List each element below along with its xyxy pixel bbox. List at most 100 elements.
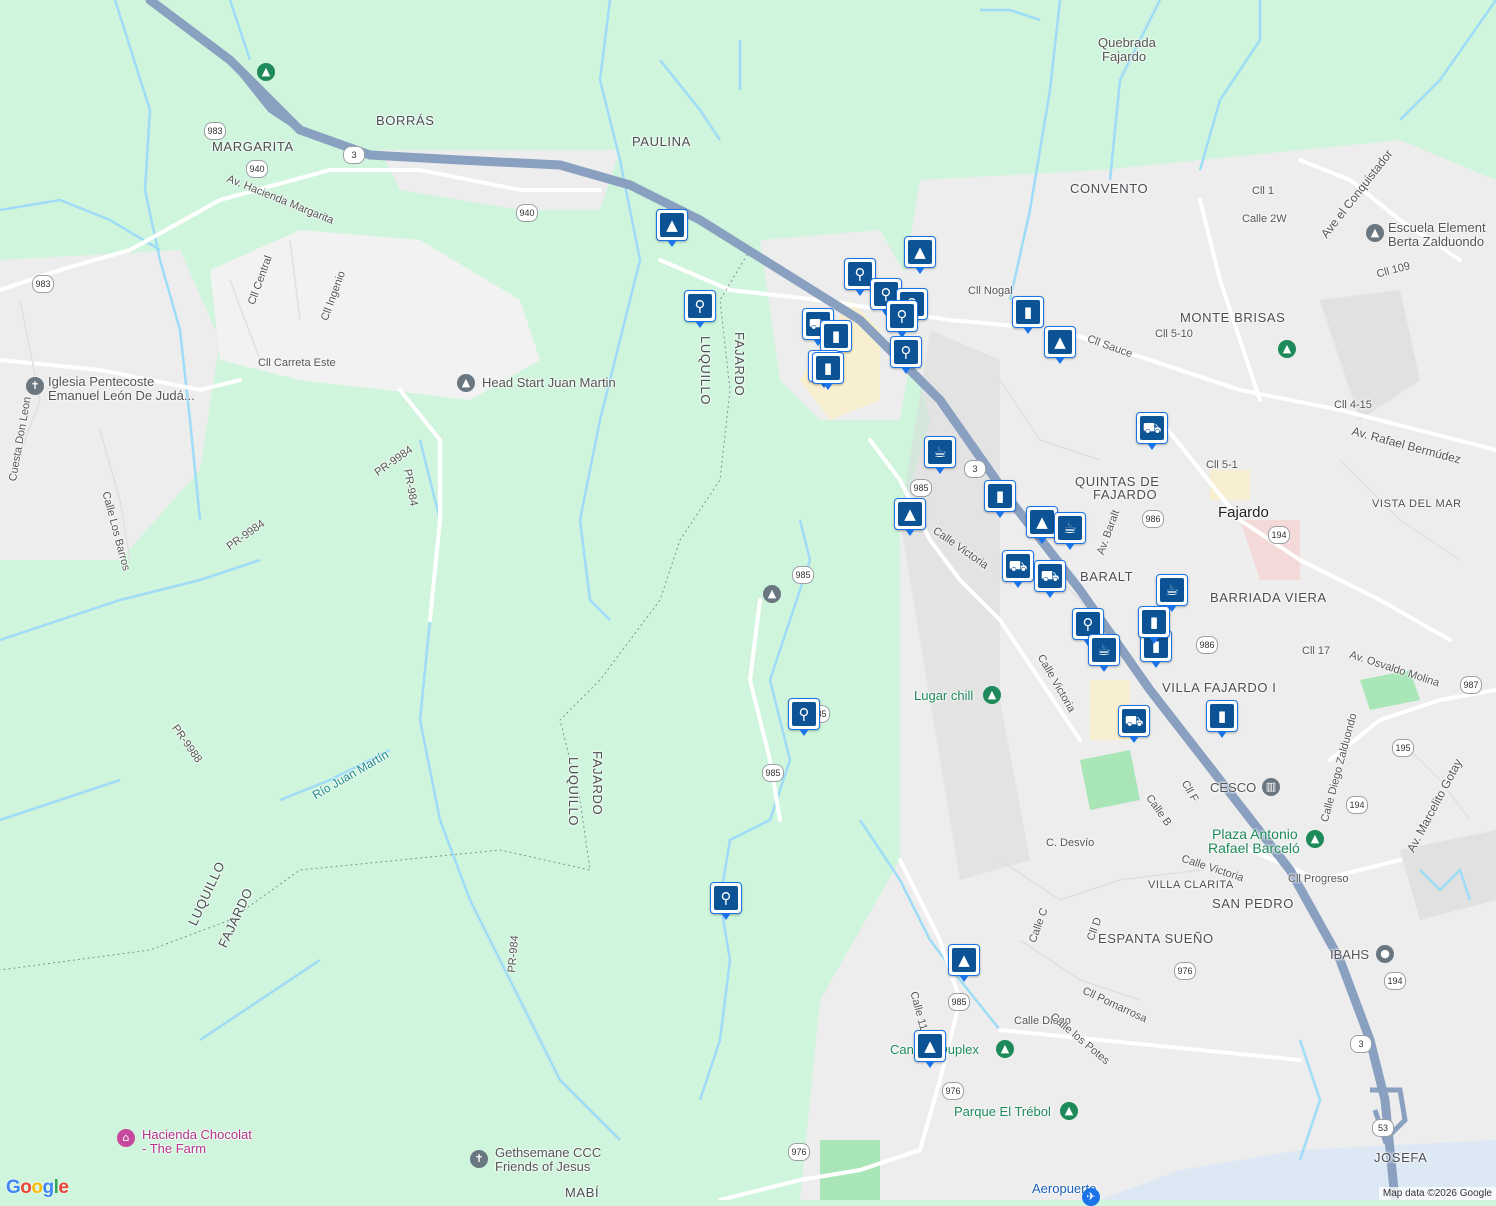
cafe-marker[interactable]: ☕ bbox=[1088, 634, 1120, 672]
shopping-marker[interactable]: ▮ bbox=[1012, 296, 1044, 334]
fork-knife-icon: ⚲ bbox=[890, 304, 914, 328]
boundary-label: LUQUILLO bbox=[698, 336, 713, 406]
area-label: MONTE BRISAS bbox=[1180, 310, 1286, 325]
route-shield: 983 bbox=[32, 275, 54, 293]
route-shield: 987 bbox=[1460, 676, 1482, 694]
route-shield: 194 bbox=[1268, 526, 1290, 544]
grocery-marker[interactable]: ⛟ bbox=[1034, 560, 1066, 598]
area-label: PAULINA bbox=[632, 134, 691, 149]
grocery-marker[interactable]: ⛟ bbox=[1118, 705, 1150, 743]
area-label: BARRIADA VIERA bbox=[1210, 590, 1327, 605]
route-shield: 976 bbox=[788, 1143, 810, 1161]
school-icon[interactable]: ▲ bbox=[763, 585, 781, 603]
street-label: Cll Nogal bbox=[968, 285, 1013, 297]
street-label: Cll 5-1 bbox=[1206, 459, 1238, 471]
route-shield: 194 bbox=[1384, 972, 1406, 990]
bag-icon: ▮ bbox=[1142, 610, 1166, 634]
restaurant-marker[interactable]: ⚲ bbox=[710, 882, 742, 920]
cart-icon: ⛟ bbox=[1006, 554, 1030, 578]
map-canvas[interactable]: BORRÁS MARGARITA PAULINA CONVENTO MONTE … bbox=[0, 0, 1496, 1206]
bag-icon: ▮ bbox=[1016, 300, 1040, 324]
school-marker[interactable]: ▲ bbox=[914, 1030, 946, 1068]
park-icon: ▲ bbox=[996, 1040, 1014, 1058]
route-shield: 3 bbox=[343, 146, 365, 164]
shopping-marker[interactable]: ▮ bbox=[984, 480, 1016, 518]
park-icon: ▲ bbox=[1060, 1102, 1078, 1120]
route-shield: 940 bbox=[246, 160, 268, 178]
boundary-label: FAJARDO bbox=[590, 751, 605, 816]
grocery-marker[interactable]: ⛟ bbox=[1136, 412, 1168, 450]
graduation-cap-icon: ▲ bbox=[908, 240, 932, 264]
shopping-marker[interactable]: ▮ bbox=[1206, 700, 1238, 738]
route-shield: 986 bbox=[1196, 636, 1218, 654]
bag-icon: ▮ bbox=[816, 356, 840, 380]
fork-knife-icon: ⚲ bbox=[894, 340, 918, 364]
park-icon: ▲ bbox=[983, 686, 1001, 704]
google-logo: Google bbox=[6, 1177, 69, 1198]
area-label: ESPANTA SUEÑO bbox=[1098, 931, 1214, 946]
coffee-icon: ☕ bbox=[928, 440, 952, 464]
area-label: VISTA DEL MAR bbox=[1372, 498, 1462, 510]
route-shield: 976 bbox=[942, 1082, 964, 1100]
grocery-marker[interactable]: ⛟ bbox=[1002, 550, 1034, 588]
cart-icon: ⛟ bbox=[1140, 416, 1164, 440]
street-label: Cll Carreta Este bbox=[258, 357, 336, 369]
shopping-marker[interactable]: ▮ bbox=[812, 352, 844, 390]
boundary-label: FAJARDO bbox=[732, 332, 747, 397]
coffee-icon: ☕ bbox=[1160, 578, 1184, 602]
street-label: C. Desvío bbox=[1046, 837, 1095, 849]
route-shield: 985 bbox=[948, 993, 970, 1011]
street-label: Cll 5-10 bbox=[1155, 328, 1193, 340]
school-marker[interactable]: ▲ bbox=[904, 236, 936, 274]
cafe-marker[interactable]: ☕ bbox=[1054, 512, 1086, 550]
street-label: Cll 1 bbox=[1252, 185, 1275, 197]
airport-icon: ✈ bbox=[1082, 1188, 1100, 1206]
bag-icon: ▮ bbox=[1210, 704, 1234, 728]
cart-icon: ⛟ bbox=[1038, 564, 1062, 588]
fork-knife-icon: ⚲ bbox=[848, 262, 872, 286]
restaurant-marker[interactable]: ⚲ bbox=[684, 290, 716, 328]
cafe-marker[interactable]: ☕ bbox=[924, 436, 956, 474]
restaurant-marker[interactable]: ⚲ bbox=[890, 336, 922, 374]
restaurant-marker[interactable]: ⚲ bbox=[886, 300, 918, 338]
fork-knife-icon: ⚲ bbox=[792, 702, 816, 726]
school-marker[interactable]: ▲ bbox=[1044, 326, 1076, 364]
route-shield: 985 bbox=[762, 764, 784, 782]
street-label: Cll 17 bbox=[1302, 645, 1331, 657]
route-shield: 194 bbox=[1346, 796, 1368, 814]
school-icon: ▲ bbox=[457, 374, 475, 392]
area-label: BORRÁS bbox=[376, 113, 435, 128]
route-shield: 983 bbox=[204, 122, 226, 140]
route-shield: 985 bbox=[910, 479, 932, 497]
route-shield: 986 bbox=[1142, 510, 1164, 528]
area-label: MARGARITA bbox=[212, 139, 294, 154]
coffee-icon: ☕ bbox=[1092, 638, 1116, 662]
area-label: BARALT bbox=[1080, 569, 1134, 584]
graduation-cap-icon: ▲ bbox=[660, 213, 684, 237]
area-label: MABÍ bbox=[565, 1185, 600, 1200]
boundary-label: LUQUILLO bbox=[566, 757, 581, 827]
fork-knife-icon: ⚲ bbox=[714, 886, 738, 910]
cafe-marker[interactable]: ☕ bbox=[1156, 574, 1188, 612]
school-marker[interactable]: ▲ bbox=[948, 944, 980, 982]
route-shield: 3 bbox=[964, 460, 986, 478]
fork-knife-icon: ⚲ bbox=[688, 294, 712, 318]
shopping-marker[interactable]: ▮ bbox=[1138, 606, 1170, 644]
route-shield: 985 bbox=[792, 566, 814, 584]
school-marker[interactable]: ▲ bbox=[656, 209, 688, 247]
water-label: Quebrada bbox=[1098, 35, 1156, 50]
route-shield: 976 bbox=[1174, 962, 1196, 980]
shopping-marker[interactable]: ▮ bbox=[820, 320, 852, 358]
store-icon: ⌂ bbox=[117, 1129, 135, 1147]
government-icon: ▥ bbox=[1262, 778, 1280, 796]
restaurant-marker[interactable]: ⚲ bbox=[788, 698, 820, 736]
map-attribution[interactable]: Map data ©2026 Google bbox=[1378, 1187, 1496, 1200]
area-label: VILLA CLARITA bbox=[1148, 879, 1234, 891]
cart-icon: ⛟ bbox=[1122, 709, 1146, 733]
fork-knife-icon: ⚲ bbox=[1076, 612, 1100, 636]
street-label: Cll Progreso bbox=[1288, 873, 1349, 885]
school-marker[interactable]: ▲ bbox=[894, 498, 926, 536]
park-icon[interactable]: ▲ bbox=[1278, 340, 1296, 358]
coffee-icon: ☕ bbox=[1058, 516, 1082, 540]
park-icon[interactable]: ▲ bbox=[257, 63, 275, 81]
